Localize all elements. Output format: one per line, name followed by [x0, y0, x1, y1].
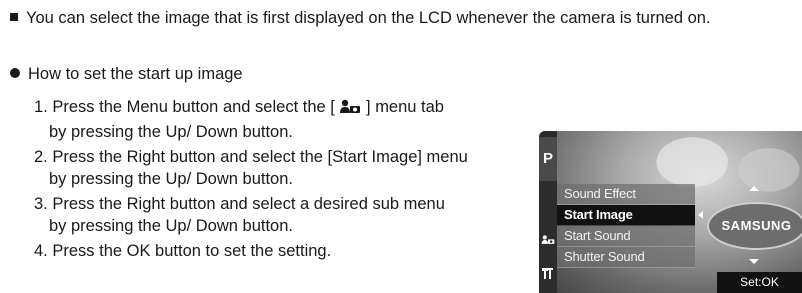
step-2: 2. Press the Right button and select the…: [34, 146, 554, 190]
circle-bullet-icon: [10, 68, 20, 78]
start-image-preview: SAMSUNG: [707, 202, 802, 250]
tab-setup[interactable]: [539, 229, 557, 251]
step-3-line-2: by pressing the Up/ Down button.: [49, 217, 293, 235]
menu-tab-strip: P: [539, 131, 557, 293]
step-2-line-1: 2. Press the Right button and select the…: [34, 148, 468, 166]
step-3: 3. Press the Right button and select a d…: [34, 193, 554, 237]
step-1-line-2: by pressing the Up/ Down button.: [49, 123, 293, 141]
down-arrow-icon: [749, 259, 759, 264]
menu-item-start-sound[interactable]: Start Sound: [557, 226, 695, 247]
intro-sentence: You can select the image that is first d…: [26, 9, 711, 27]
step-1-text-a: 1. Press the Menu button and select the …: [34, 98, 340, 116]
menu-item-start-image[interactable]: Start Image: [557, 205, 703, 226]
tab-program[interactable]: P: [539, 137, 557, 181]
setup-tab-icon: [541, 235, 555, 244]
how-to-heading: How to set the start up image: [10, 64, 243, 84]
heading-text: How to set the start up image: [28, 65, 243, 83]
sound-menu: Sound Effect Start Image Start Sound Shu…: [557, 184, 703, 268]
step-4: 4. Press the OK button to set the settin…: [34, 240, 554, 262]
intro-text: You can select the image that is first d…: [10, 8, 711, 28]
set-ok-hint: Set:OK: [717, 272, 802, 293]
camera-lcd-screen: P Sound Effect Start Image Start Sound S…: [539, 131, 802, 293]
step-1-text-b: ] menu tab: [361, 98, 444, 116]
tools-icon: [542, 268, 553, 279]
steps-list: 1. Press the Menu button and select the …: [34, 96, 554, 265]
step-4-line-1: 4. Press the OK button to set the settin…: [34, 242, 332, 260]
tab-tools[interactable]: [539, 262, 557, 284]
step-2-line-2: by pressing the Up/ Down button.: [49, 170, 293, 188]
up-arrow-icon: [749, 186, 759, 191]
setup-tab-icon: [339, 99, 361, 121]
step-3-line-1: 3. Press the Right button and select a d…: [34, 195, 445, 213]
step-1: 1. Press the Menu button and select the …: [34, 96, 554, 143]
square-bullet-icon: [10, 13, 18, 21]
menu-item-shutter-sound[interactable]: Shutter Sound: [557, 247, 695, 268]
menu-item-sound-effect[interactable]: Sound Effect: [557, 184, 695, 205]
